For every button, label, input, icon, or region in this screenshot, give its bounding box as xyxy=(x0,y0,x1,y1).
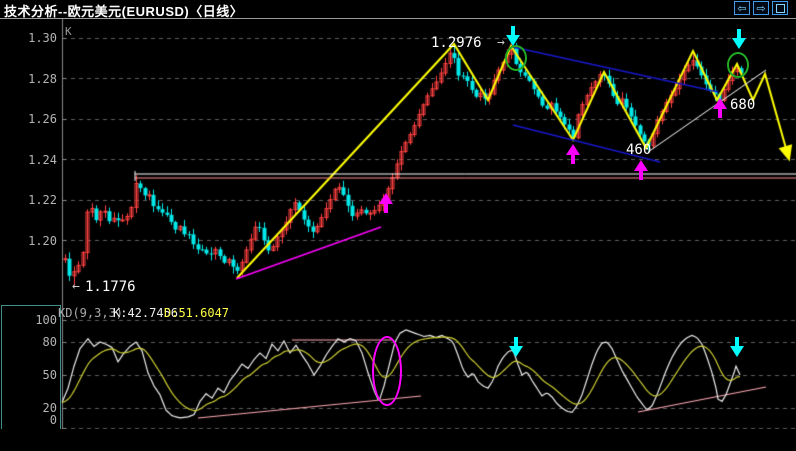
low-price-label: 1.1776 xyxy=(85,279,136,295)
top-highlight-ellipse-1 xyxy=(505,45,527,71)
low-arrow-glyph: ← xyxy=(72,279,80,294)
x-axis-bar: 日线 20060102030405060708 xyxy=(0,429,796,451)
buy-signal-arrow-2 xyxy=(566,144,580,164)
kd-axis-label: 100 xyxy=(35,313,57,327)
title-bar: 技术分析--欧元美元(EURUSD)〈日线〉 xyxy=(0,0,796,19)
price-axis-label: 1.30 xyxy=(28,31,57,45)
kd-axis-label: 0 xyxy=(49,413,57,427)
price-axis-label: 1.26 xyxy=(28,112,57,126)
kd-d-value: D:51.6047 xyxy=(164,306,230,320)
kd-highlight-ellipse xyxy=(372,336,402,406)
corner-k-label: K xyxy=(65,25,72,38)
kd-sell-arrow-1 xyxy=(509,337,523,357)
window-mode-button[interactable] xyxy=(772,1,788,15)
price-axis-label: 1.28 xyxy=(28,71,57,86)
price-axis-label: 1.20 xyxy=(28,233,57,248)
price-axis-label: 1.22 xyxy=(28,193,57,207)
kd-axis-label: 50 xyxy=(42,368,57,382)
nav-button-group: ⇦ ⇨ xyxy=(734,1,788,15)
sell-signal-arrow-1 xyxy=(506,26,520,46)
peak-arrow-glyph: → xyxy=(497,35,505,50)
kd-axis-label: 80 xyxy=(42,335,57,349)
price-axis-label: 1.24 xyxy=(28,152,57,167)
scroll-right-button[interactable]: ⇨ xyxy=(753,1,769,15)
buy-signal-arrow-3 xyxy=(634,160,648,180)
level-680-label: 680 xyxy=(730,97,756,113)
window-box-icon xyxy=(775,4,785,13)
window-title: 技术分析--欧元美元(EURUSD)〈日线〉 xyxy=(4,4,244,19)
level-460-label: 460 xyxy=(626,142,652,158)
peak-price-label: 1.2976 xyxy=(431,35,482,51)
terminal-window: 技术分析--欧元美元(EURUSD)〈日线〉 ⇦ ⇨ 1.30 1.28 1.26 1… xyxy=(0,0,796,451)
buy-signal-arrow-1 xyxy=(379,193,393,213)
buy-signal-arrow-4 xyxy=(713,98,727,118)
scroll-left-button[interactable]: ⇦ xyxy=(734,1,750,15)
sell-signal-arrow-2 xyxy=(732,29,746,49)
top-highlight-ellipse-2 xyxy=(727,52,749,78)
kd-sell-arrow-2 xyxy=(730,337,744,357)
